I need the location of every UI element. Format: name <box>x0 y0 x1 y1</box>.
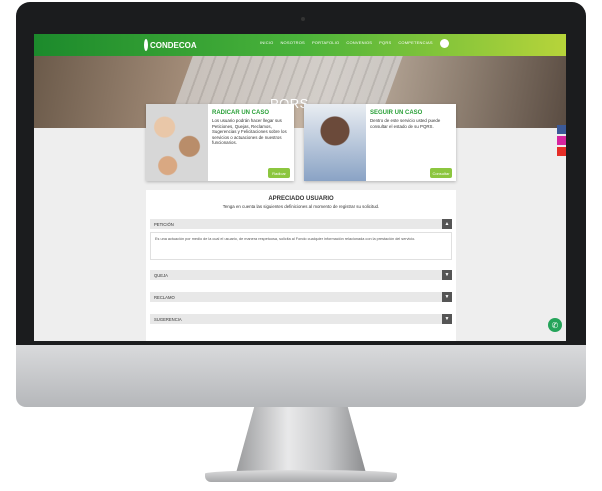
accordion-sugerencia[interactable]: SUGERENCIA ▼ <box>150 314 452 324</box>
menu-item-portafolio[interactable]: PORTAFOLIO <box>312 40 339 45</box>
youtube-icon[interactable] <box>557 147 566 156</box>
accordion-label: RECLAMO <box>154 295 175 300</box>
card-radicar-text: Los usuario podrán hacer llegar sus Peti… <box>212 118 287 146</box>
menu-item-inicio[interactable]: INICIO <box>260 40 273 45</box>
chevron-down-icon[interactable]: ▼ <box>442 270 452 280</box>
panel-subtitle: Tenga en cuenta las siguientes definicio… <box>222 204 380 209</box>
accordion-label: SUGERENCIA <box>154 317 182 322</box>
hero-banner: PQRS <box>34 56 566 128</box>
chevron-up-icon[interactable]: ▲ <box>442 219 452 229</box>
social-sidebar <box>557 125 566 158</box>
peticion-definition: Es una actuación por medio de la cual el… <box>155 237 416 241</box>
top-nav: CONDECOA INICIO NOSOTROS PORTAFOLIO CONV… <box>34 34 566 56</box>
menu-item-convenios[interactable]: CONVENIOS <box>346 40 372 45</box>
accordion-label: PETICIÓN <box>154 222 174 227</box>
facebook-icon[interactable] <box>557 125 566 134</box>
consultar-button[interactable]: Consultar <box>430 168 452 178</box>
panel-title: APRECIADO USUARIO <box>268 196 334 202</box>
chevron-down-icon[interactable]: ▼ <box>442 292 452 302</box>
radicar-button[interactable]: Radicar <box>268 168 290 178</box>
accordion-label: QUEJA <box>154 273 168 278</box>
logo-icon <box>144 39 148 51</box>
instagram-icon[interactable] <box>557 136 566 145</box>
card-seguir-text: Dentro de este servicio usted puede cons… <box>370 118 441 129</box>
card-radicar-image <box>146 104 208 181</box>
monitor-chin <box>16 345 586 407</box>
chevron-down-icon[interactable]: ▼ <box>442 314 452 324</box>
menu-item-competencias[interactable]: COMPETENCIAS <box>398 40 432 45</box>
whatsapp-icon[interactable]: ✆ <box>548 318 562 332</box>
camera-icon <box>301 17 305 21</box>
card-seguir-title: SEGUIR UN CASO <box>370 110 423 116</box>
user-icon[interactable] <box>440 39 449 48</box>
accordion-peticion-body: Es una actuación por medio de la cual el… <box>150 232 452 260</box>
menu-item-pqrs[interactable]: PQRS <box>379 40 391 45</box>
accordion-reclamo[interactable]: RECLAMO ▼ <box>150 292 452 302</box>
definitions-panel: APRECIADO USUARIO Tenga en cuenta las si… <box>146 190 456 341</box>
card-seguir: SEGUIR UN CASO Dentro de este servicio u… <box>304 104 456 181</box>
accordion-peticion[interactable]: PETICIÓN ▲ <box>150 219 452 229</box>
menu-item-nosotros[interactable]: NOSOTROS <box>280 40 305 45</box>
card-radicar: RADICAR UN CASO Los usuario podrán hacer… <box>146 104 294 181</box>
card-seguir-image <box>304 104 366 181</box>
monitor-base <box>205 470 397 482</box>
main-menu: INICIO NOSOTROS PORTAFOLIO CONVENIOS PQR… <box>260 40 433 45</box>
monitor-stand <box>236 407 366 473</box>
card-radicar-title: RADICAR UN CASO <box>212 110 269 116</box>
accordion-queja[interactable]: QUEJA ▼ <box>150 270 452 280</box>
logo-text: CONDECOA <box>150 40 197 50</box>
screen: PQRS CONDECOA INICIO NOSOTROS PORTAFOLIO… <box>34 34 566 341</box>
logo[interactable]: CONDECOA <box>144 37 197 53</box>
